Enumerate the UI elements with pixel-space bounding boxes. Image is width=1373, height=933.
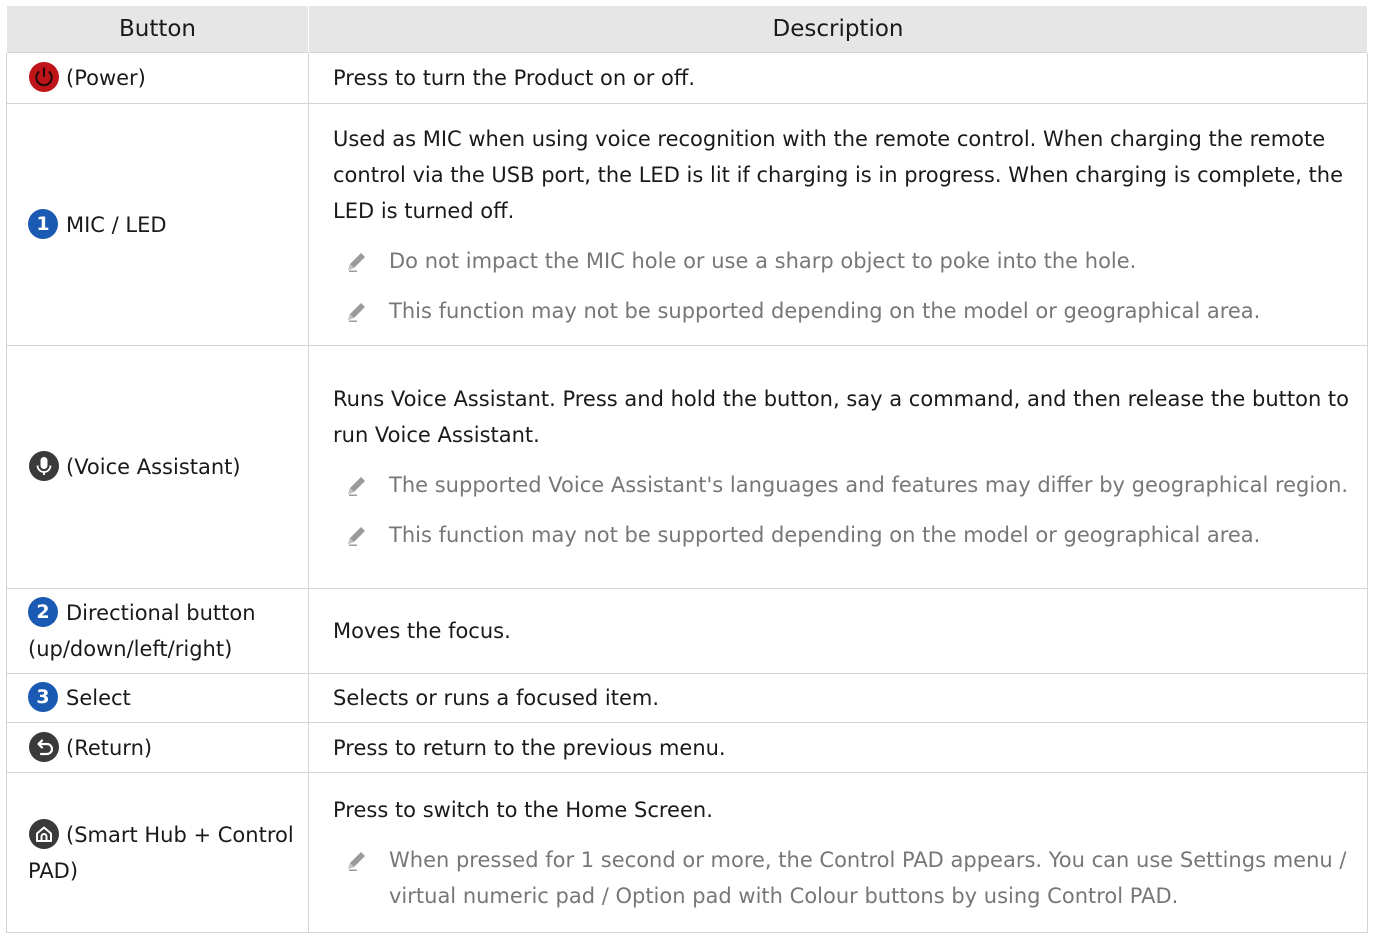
description-text: Used as MIC when using voice recognition… bbox=[333, 126, 1344, 223]
pencil-icon bbox=[345, 848, 369, 872]
description-cell: Press to switch to the Home Screen. When… bbox=[308, 772, 1368, 933]
pencil-icon bbox=[345, 249, 369, 273]
button-cell: 2 Directional button (up/down/left/right) bbox=[6, 588, 309, 674]
button-label: Select bbox=[66, 686, 131, 710]
description-text: Press to switch to the Home Screen. bbox=[333, 797, 713, 822]
button-cell: 1 MIC / LED bbox=[6, 103, 309, 346]
note: The supported Voice Assistant's language… bbox=[333, 467, 1349, 503]
description-cell: Press to return to the previous menu. bbox=[308, 722, 1368, 773]
table-row: (Smart Hub + Control PAD) Press to switc… bbox=[6, 772, 1368, 933]
note: This function may not be supported depen… bbox=[333, 517, 1349, 553]
table-row: (Voice Assistant) Runs Voice Assistant. … bbox=[6, 345, 1368, 589]
button-label: MIC / LED bbox=[66, 212, 167, 237]
pencil-icon bbox=[345, 299, 369, 323]
table-row: (Power) Press to turn the Product on or … bbox=[6, 52, 1368, 104]
button-label: (Return) bbox=[66, 735, 153, 760]
description-text: Press to turn the Product on or off. bbox=[333, 66, 696, 90]
power-icon bbox=[28, 61, 60, 93]
table-row: 2 Directional button (up/down/left/right)… bbox=[6, 588, 1368, 674]
button-cell: 3 Select bbox=[6, 673, 309, 723]
note: When pressed for 1 second or more, the C… bbox=[333, 842, 1349, 914]
button-label: (Voice Assistant) bbox=[66, 455, 241, 479]
marker-3-icon: 3 bbox=[28, 682, 58, 712]
button-label: (Power) bbox=[66, 66, 146, 90]
table-row: 3 Select Selects or runs a focused item. bbox=[6, 673, 1368, 723]
note-text: Do not impact the MIC hole or use a shar… bbox=[389, 248, 1137, 273]
description-text: Runs Voice Assistant. Press and hold the… bbox=[333, 387, 1350, 447]
description-cell: Used as MIC when using voice recognition… bbox=[308, 103, 1368, 346]
marker-1-icon: 1 bbox=[28, 208, 58, 239]
description-cell: Runs Voice Assistant. Press and hold the… bbox=[308, 345, 1368, 589]
description-text: Selects or runs a focused item. bbox=[333, 686, 660, 710]
header-button: Button bbox=[6, 6, 309, 53]
marker-2-icon: 2 bbox=[28, 597, 58, 627]
note: This function may not be supported depen… bbox=[333, 293, 1349, 329]
pencil-icon bbox=[345, 473, 369, 497]
button-cell: (Power) bbox=[6, 52, 309, 104]
home-icon bbox=[28, 818, 60, 850]
table-row: (Return) Press to return to the previous… bbox=[6, 722, 1368, 773]
button-label: (Smart Hub + Control PAD) bbox=[28, 822, 294, 883]
header-description: Description bbox=[308, 6, 1368, 53]
description-cell: Press to turn the Product on or off. bbox=[308, 52, 1368, 104]
button-cell: (Voice Assistant) bbox=[6, 345, 309, 589]
button-cell: (Return) bbox=[6, 722, 309, 773]
description-text: Moves the focus. bbox=[333, 619, 511, 643]
pencil-icon bbox=[345, 523, 369, 547]
description-cell: Moves the focus. bbox=[308, 588, 1368, 674]
note-text: This function may not be supported depen… bbox=[389, 298, 1261, 323]
note-text: When pressed for 1 second or more, the C… bbox=[389, 847, 1347, 908]
table-row: 1 MIC / LED Used as MIC when using voice … bbox=[6, 103, 1368, 346]
microphone-icon bbox=[28, 450, 60, 482]
page: Button Description (Power) Press to turn… bbox=[0, 0, 1373, 933]
button-description-table: Button Description (Power) Press to turn… bbox=[6, 6, 1368, 933]
description-text: Press to return to the previous menu. bbox=[333, 735, 726, 760]
table-header-row: Button Description bbox=[6, 6, 1368, 53]
button-cell: (Smart Hub + Control PAD) bbox=[6, 772, 309, 933]
note: Do not impact the MIC hole or use a shar… bbox=[333, 243, 1349, 279]
return-icon bbox=[28, 731, 60, 763]
note-text: This function may not be supported depen… bbox=[389, 523, 1261, 547]
description-cell: Selects or runs a focused item. bbox=[308, 673, 1368, 723]
note-text: The supported Voice Assistant's language… bbox=[389, 473, 1349, 497]
button-label: Directional button (up/down/left/right) bbox=[28, 601, 256, 661]
